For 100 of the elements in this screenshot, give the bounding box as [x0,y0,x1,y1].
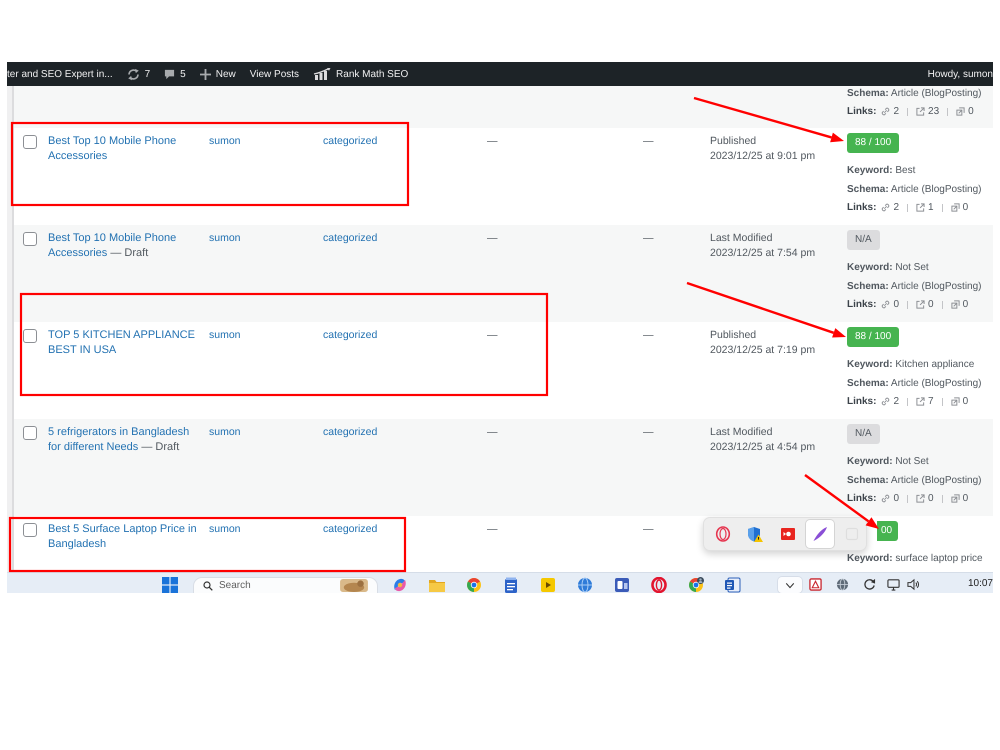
focus-keyword: Keyword: Not Set [847,261,929,274]
updates-link[interactable]: 7 [120,62,158,86]
ring-icon [715,526,732,542]
row-checkbox[interactable] [23,329,37,343]
clock-time[interactable]: 10:07 [968,573,993,590]
post-status: Published [710,134,758,149]
monitor-icon[interactable] [886,578,900,591]
post-status: Published [710,328,758,343]
post-title-link[interactable]: 5 refrigerators in Bangladesh for different Needs — Draft [48,425,209,455]
empty-dash: — [487,232,498,244]
site-name-link[interactable]: ter and SEO Expert in... [7,62,120,86]
category-link[interactable]: categorized [323,329,378,341]
empty-dash: — [487,135,498,147]
post-status: Last Modified [710,231,774,246]
row-checkbox[interactable] [23,426,37,440]
links-label: Links: [847,492,876,505]
links-label: Links: [847,395,876,408]
post-title-link[interactable]: Best 5 Surface Laptop Price in Bangladesh [48,522,209,552]
post-title-link[interactable]: TOP 5 KITCHEN APPLIANCE BEST IN USA [48,328,209,358]
link-icon [881,107,890,116]
row-checkbox[interactable] [23,135,37,149]
category-link[interactable]: categorized [323,135,378,147]
author-link[interactable]: sumon [209,523,241,535]
author-link[interactable]: sumon [209,426,241,438]
external-link-icon [916,203,926,212]
post-title-link[interactable]: Best Top 10 Mobile Phone Accessories — Draft [48,231,209,261]
focus-keyword: Keyword: Not Set [847,455,929,468]
nested-squares-icon [950,397,960,406]
comments-link[interactable]: 5 [157,62,193,86]
link-count: 23 [928,105,940,118]
author-link[interactable]: sumon [209,329,241,341]
schema-type: Schema: Article (BlogPosting) [847,280,982,292]
link-icon [881,494,890,503]
link-icon [881,300,890,309]
empty-dash: — [643,426,654,438]
link-count: 2 [893,395,900,408]
link-count: 2 [893,201,900,214]
links-label: Links: [847,105,876,118]
empty-dash: — [643,232,654,244]
nested-squares-icon [950,494,960,503]
empty-dash: — [487,523,498,535]
link-count: 0 [893,298,900,311]
globe-icon[interactable] [836,578,849,591]
author-link[interactable]: sumon [209,135,241,147]
post-date: 2023/12/25 at 4:54 pm [710,440,816,455]
post-title-link[interactable]: Best Top 10 Mobile Phone Accessories [48,134,209,164]
bar-chart-icon [313,68,332,80]
app-tile-icon[interactable] [614,577,630,593]
schema-type: Schema: Article (BlogPosting) [847,376,982,390]
focus-keyword: Keyword: Kitchen appliance [847,358,974,371]
document-tile-icon[interactable] [724,577,740,593]
swirl-icon[interactable] [392,577,408,593]
play-tile-icon[interactable] [540,577,556,593]
nested-squares-icon [956,107,966,116]
chevron-down-icon [785,582,795,588]
four-tiles-icon[interactable] [162,577,178,593]
tricolor-circle-avatar-icon[interactable] [688,577,704,593]
account-link[interactable]: Howdy, sumon [920,62,993,86]
post-status: Last Modified [710,425,774,440]
link-count: 0 [968,105,974,118]
triangle-tile-icon[interactable] [809,578,822,591]
seo-score-badge: 00 [877,521,898,541]
notepad-icon[interactable] [502,577,518,593]
link-count: 1 [928,201,934,214]
refresh-icon [126,68,140,80]
seo-menu-link[interactable]: Rank Math SEO [306,62,416,86]
row-checkbox[interactable] [23,232,37,246]
links-label: Links: [847,201,876,214]
empty-dash: — [643,523,654,535]
ring-icon[interactable] [650,577,666,593]
category-link[interactable]: categorized [323,232,378,244]
focus-keyword: Keyword: Best [847,164,916,177]
link-count: 0 [962,492,968,505]
links-label: Links: [847,298,876,311]
circular-arrow-icon[interactable] [863,578,876,591]
tricolor-circle-icon[interactable] [466,577,482,593]
seo-score-badge: 88 / 100 [847,133,900,153]
link-count: 0 [893,492,900,505]
category-link[interactable]: categorized [323,523,378,535]
comment-icon [164,68,176,80]
link-count: 0 [962,395,968,408]
row-checkbox[interactable] [23,523,37,537]
schema-type: Schema: Article (BlogPosting) [847,182,982,196]
tray-app-button[interactable] [806,520,834,548]
author-link[interactable]: sumon [209,232,241,244]
tray-chevron-button[interactable] [778,577,802,593]
schema-type: Schema: Article (BlogPosting) [847,474,982,486]
search-input[interactable]: Search [219,580,279,591]
category-link[interactable]: categorized [323,426,378,438]
external-link-icon [916,300,926,309]
view-posts-link[interactable]: View Posts [242,62,306,86]
plus-icon [200,68,211,80]
empty-dash: — [487,426,498,438]
new-content-link[interactable]: New [192,62,243,86]
record-tile-icon [780,526,796,542]
link-count: 0 [928,298,934,311]
empty-dash: — [643,135,654,147]
globe-icon[interactable] [576,577,592,593]
post-date: 2023/12/25 at 7:54 pm [710,246,816,261]
speaker-icon[interactable] [906,578,920,591]
